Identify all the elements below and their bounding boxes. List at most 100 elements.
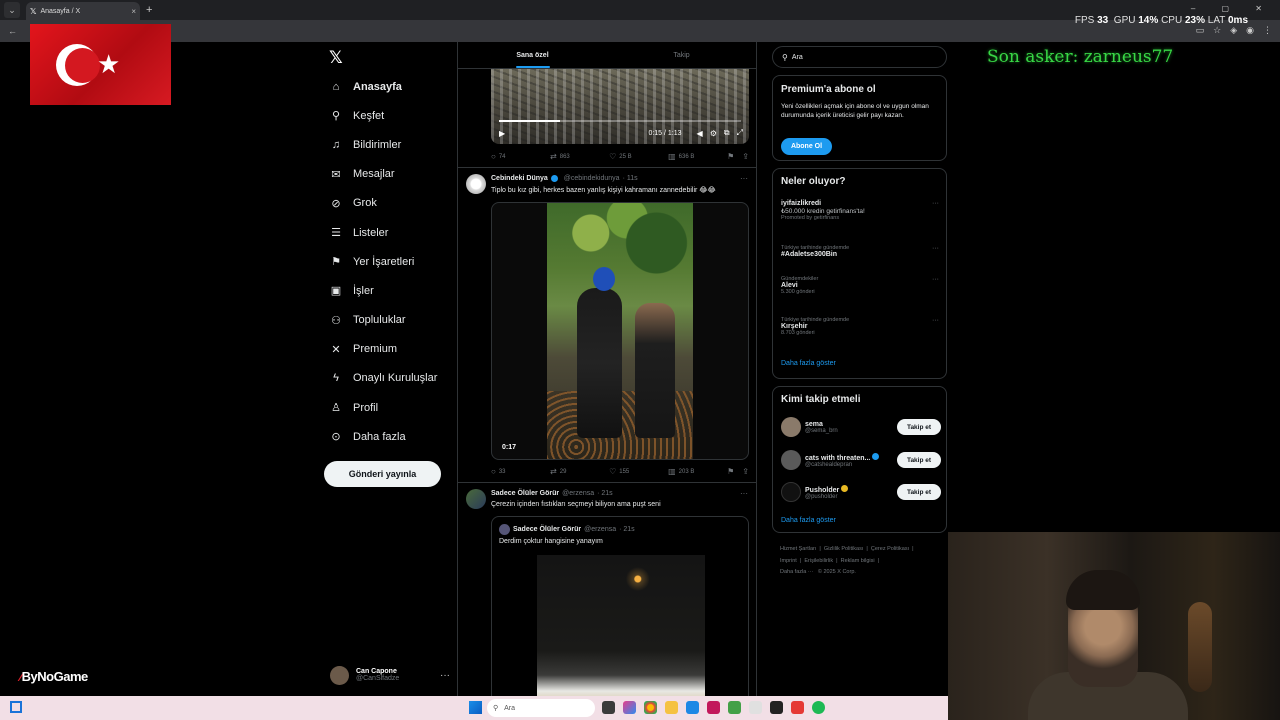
more-icon[interactable]: ···	[932, 276, 939, 283]
footer-link[interactable]: Çerez Politikası	[871, 546, 909, 552]
author-name[interactable]: Cebindeki Dünya	[491, 175, 548, 182]
nav-item-topluluklar[interactable]: ⚇ Topluluklar	[328, 306, 437, 335]
share-icon[interactable]: ⇪	[742, 152, 749, 161]
app-icon[interactable]	[728, 701, 741, 714]
more-icon[interactable]: ···	[740, 174, 748, 183]
follow-suggestion[interactable]: sema @sema_brn Takip et	[781, 416, 941, 438]
follow-button[interactable]: Takip et	[897, 419, 941, 435]
follow-suggestion[interactable]: cats with threaten... @catshealdepran Ta…	[781, 449, 941, 471]
video-player[interactable]: ▶ 0:15 / 1:13 ◀ ⚙ ⧉ ⤢	[491, 69, 749, 144]
search-input[interactable]: ⚲ Ara	[772, 46, 947, 68]
trend-item[interactable]: iyifaizlikredi ₺50.000 kredin getirfinan…	[781, 200, 939, 221]
footer-link[interactable]: Erişilebilirlik	[804, 558, 833, 564]
settings-icon[interactable]: ⚙	[710, 129, 717, 138]
nav-item-bildirimler[interactable]: ♫ Bildirimler	[328, 130, 437, 159]
tab-close-button[interactable]: ×	[131, 7, 136, 16]
nav-item-onaylı-kuruluşlar[interactable]: ϟ Onaylı Kuruluşlar	[328, 364, 437, 393]
reply-button[interactable]: ○ 74	[491, 152, 550, 161]
nav-item-keşfet[interactable]: ⚲ Keşfet	[328, 101, 437, 130]
video-progress-bar[interactable]	[499, 120, 741, 122]
subscribe-button[interactable]: Abone Ol	[781, 138, 832, 155]
play-icon[interactable]: ▶	[499, 129, 505, 138]
trend-item[interactable]: Gündemdekiler Alevi 5.300 gönderi ···	[781, 276, 939, 295]
like-button[interactable]: ♡ 155	[609, 467, 668, 476]
bookmark-icon[interactable]: ⚑	[727, 467, 734, 476]
widgets-icon[interactable]	[10, 701, 22, 713]
share-icon[interactable]: ⇪	[742, 467, 749, 476]
nav-item-i-şler[interactable]: ▣ İşler	[328, 276, 437, 305]
footer-link[interactable]: Daha fazla ···	[780, 569, 813, 575]
repost-button[interactable]: ⇄ 863	[550, 152, 609, 161]
extension-icon[interactable]: ◈	[1230, 25, 1237, 36]
profile-icon[interactable]: ◉	[1246, 25, 1254, 36]
cast-icon[interactable]: ▭	[1196, 25, 1205, 36]
more-icon[interactable]: ···	[932, 317, 939, 324]
tab-for-you[interactable]: Sana özel	[458, 42, 607, 68]
spotify-icon[interactable]	[812, 701, 825, 714]
show-more-link[interactable]: Daha fazla göster	[781, 360, 836, 367]
pip-icon[interactable]: ⧉	[724, 128, 730, 138]
nav-item-yer-i-şaretleri[interactable]: ⚑ Yer İşaretleri	[328, 247, 437, 276]
nav-item-premium[interactable]: ✕ Premium	[328, 335, 437, 364]
bynogame-logo: ⁄ByNoGame	[20, 669, 88, 684]
quoted-post-image[interactable]	[537, 555, 705, 696]
nav-item-grok[interactable]: ⊘ Grok	[328, 189, 437, 218]
bookmark-icon[interactable]: ⚑	[727, 152, 734, 161]
post-button[interactable]: Gönderi yayınla	[324, 461, 441, 487]
footer-link[interactable]: Reklam bilgisi	[841, 558, 875, 564]
nav-item-anasayfa[interactable]: ⌂ Anasayfa	[328, 72, 437, 101]
author-handle[interactable]: @cebindekidunya	[564, 175, 620, 182]
video-player[interactable]: 0:17	[491, 202, 749, 460]
show-more-link[interactable]: Daha fazla göster	[781, 517, 836, 524]
nav-item-mesajlar[interactable]: ✉ Mesajlar	[328, 160, 437, 189]
start-button[interactable]	[469, 701, 482, 714]
avatar[interactable]	[466, 489, 486, 509]
file-explorer-icon[interactable]	[665, 701, 678, 714]
footer-link[interactable]: Imprint	[780, 558, 797, 564]
quoted-post[interactable]: Sadece Ölüler Görür @erzensa · 21s Derdi…	[491, 516, 749, 696]
follow-button[interactable]: Takip et	[897, 484, 941, 500]
volume-icon[interactable]: ◀	[697, 129, 703, 138]
footer-link[interactable]: Gizlilik Politikası	[824, 546, 863, 552]
browser-tab[interactable]: 𝕏 Anasayfa / X ×	[26, 2, 140, 20]
star-icon[interactable]: ☆	[1213, 25, 1221, 36]
menu-icon[interactable]: ⋮	[1263, 25, 1272, 36]
more-icon[interactable]: ···	[440, 670, 450, 681]
app-icon[interactable]	[791, 701, 804, 714]
fullscreen-icon[interactable]: ⤢	[737, 128, 743, 138]
nav-item-listeler[interactable]: ☰ Listeler	[328, 218, 437, 247]
nav-item-profil[interactable]: ♙ Profil	[328, 393, 437, 422]
new-tab-button[interactable]: +	[146, 4, 152, 16]
tab-following[interactable]: Takip	[607, 42, 756, 68]
x-logo-icon[interactable]: 𝕏	[329, 48, 343, 68]
follow-suggestion[interactable]: Pusholder @pusholder Takip et	[781, 481, 941, 503]
avatar[interactable]	[466, 174, 486, 194]
trend-item[interactable]: Türkiye tarihinde gündemde #Adaletse300B…	[781, 245, 939, 258]
reply-button[interactable]: ○ 33	[491, 467, 550, 476]
window-controls[interactable]: – ▢ ✕	[1191, 4, 1274, 13]
back-arrow-icon[interactable]: ←	[8, 26, 17, 36]
like-button[interactable]: ♡ 25 B	[609, 152, 668, 161]
more-icon[interactable]: ···	[740, 489, 748, 498]
taskbar-search[interactable]: ⚲ Ara	[487, 699, 595, 717]
author-name[interactable]: Sadece Ölüler Görür	[491, 490, 559, 497]
follow-button[interactable]: Takip et	[897, 452, 941, 468]
app-icon[interactable]	[770, 701, 783, 714]
more-icon[interactable]: ···	[932, 200, 939, 207]
tab-list-button[interactable]: ⌄	[4, 2, 20, 18]
repost-button[interactable]: ⇄ 29	[550, 467, 609, 476]
task-view-icon[interactable]	[602, 701, 615, 714]
chrome-icon[interactable]	[644, 701, 657, 714]
trend-item[interactable]: Türkiye tarihinde gündemde Kırşehir 8.70…	[781, 317, 939, 336]
footer-link[interactable]: Hizmet Şartları	[780, 546, 816, 552]
app-icon[interactable]	[623, 701, 636, 714]
author-handle[interactable]: @erzensa	[562, 490, 594, 497]
app-icon[interactable]	[686, 701, 699, 714]
more-icon[interactable]: ···	[932, 245, 939, 252]
account-switcher[interactable]: Can Capone @CanSlfadze ···	[330, 662, 450, 688]
views-button[interactable]: ▥ 636 B	[668, 152, 727, 161]
app-icon[interactable]	[707, 701, 720, 714]
nav-item-daha-fazla[interactable]: ⊙ Daha fazla	[328, 422, 437, 451]
views-button[interactable]: ▥ 203 B	[668, 467, 727, 476]
app-icon[interactable]	[749, 701, 762, 714]
